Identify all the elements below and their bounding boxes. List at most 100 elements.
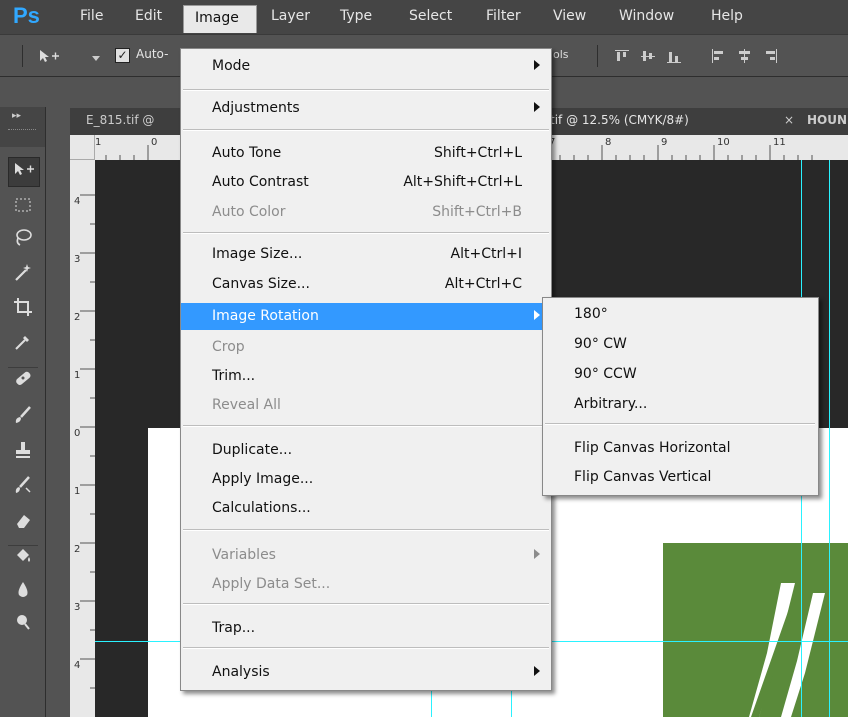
panel-grip: [8, 129, 36, 132]
menu-item-variables: Variables: [181, 542, 551, 568]
eraser-tool-icon[interactable]: [8, 510, 38, 538]
rotate-90-cw-item[interactable]: 90° CW: [543, 330, 818, 358]
menu-view[interactable]: View: [553, 8, 586, 24]
menu-bar: Ps File Edit Image Layer Type Select Fil…: [0, 0, 848, 34]
menu-item-label: Calculations...: [212, 500, 311, 516]
rotate-90-ccw-item[interactable]: 90° CCW: [543, 360, 818, 388]
menu-item-label: Arbitrary...: [574, 396, 648, 412]
menu-image-label: Image: [195, 10, 239, 26]
menu-edit[interactable]: Edit: [135, 8, 162, 24]
menu-item-image-rotation[interactable]: Image Rotation: [181, 303, 551, 330]
menu-item-label: Flip Canvas Vertical: [574, 469, 712, 485]
photoshop-logo[interactable]: Ps: [13, 3, 40, 29]
document-tab-hound[interactable]: HOUND: [807, 113, 848, 127]
magic-wand-tool-icon[interactable]: [8, 262, 38, 290]
document-tab-active[interactable]: tif @ 12.5% (CMYK/8#): [550, 113, 689, 127]
menu-item-label: Analysis: [212, 664, 270, 680]
ruler-label: 4: [74, 660, 81, 671]
menu-layer[interactable]: Layer: [271, 8, 310, 24]
menu-help[interactable]: Help: [711, 8, 743, 24]
paint-bucket-tool-icon[interactable]: [8, 545, 38, 574]
clone-stamp-tool-icon[interactable]: [8, 440, 38, 468]
eyedropper-tool-icon[interactable]: [8, 332, 38, 360]
menu-item-trim[interactable]: Trim...: [181, 363, 551, 389]
ruler-label: 9: [661, 137, 668, 148]
menu-item-trap[interactable]: Trap...: [181, 615, 551, 641]
vertical-ruler[interactable]: 4 3 2 1 0 1 2 3 4: [70, 160, 96, 717]
move-icon[interactable]: [38, 48, 60, 64]
menu-select[interactable]: Select: [409, 8, 452, 24]
menu-separator: [183, 529, 549, 531]
flip-canvas-vertical-item[interactable]: Flip Canvas Vertical: [543, 463, 818, 491]
menu-item-image-size[interactable]: Image Size... Alt+Ctrl+I: [181, 241, 551, 267]
menu-item-auto-tone[interactable]: Auto Tone Shift+Ctrl+L: [181, 140, 551, 166]
options-bar-grip: [22, 45, 23, 67]
brush-tool-icon[interactable]: [8, 405, 38, 433]
history-brush-tool-icon[interactable]: [8, 475, 38, 503]
ruler-label: 3: [74, 254, 81, 265]
align-left-icon[interactable]: [710, 48, 726, 64]
menu-item-label: Auto Contrast: [212, 174, 309, 190]
menu-item-label: Auto Color: [212, 204, 286, 220]
menu-type[interactable]: Type: [340, 8, 372, 24]
rotate-arbitrary-item[interactable]: Arbitrary...: [543, 390, 818, 418]
menu-separator: [183, 232, 549, 234]
auto-select-label: Auto-: [136, 47, 169, 61]
menu-file[interactable]: File: [80, 8, 103, 24]
crop-tool-icon[interactable]: [8, 297, 38, 325]
ruler-label: 11: [773, 137, 786, 148]
lasso-tool-icon[interactable]: [8, 227, 38, 255]
move-tool-icon[interactable]: [8, 157, 40, 187]
ruler-label: 1: [74, 370, 81, 381]
menu-item-canvas-size[interactable]: Canvas Size... Alt+Ctrl+C: [181, 271, 551, 297]
align-top-icon[interactable]: [614, 48, 630, 64]
menu-item-label: Flip Canvas Horizontal: [574, 440, 731, 456]
menu-item-label: Canvas Size...: [212, 276, 310, 292]
menu-item-duplicate[interactable]: Duplicate...: [181, 437, 551, 463]
align-hcenter-icon[interactable]: [736, 48, 752, 64]
menu-item-calculations[interactable]: Calculations...: [181, 495, 551, 521]
marquee-tool-icon[interactable]: [8, 194, 38, 222]
align-right-icon[interactable]: [762, 48, 778, 64]
menu-item-analysis[interactable]: Analysis: [181, 659, 551, 685]
menu-item-label: Trim...: [212, 368, 256, 384]
ruler-label: 10: [717, 137, 730, 148]
menu-window[interactable]: Window: [619, 8, 674, 24]
menu-item-mode[interactable]: Mode: [181, 53, 551, 79]
flip-canvas-horizontal-item[interactable]: Flip Canvas Horizontal: [543, 434, 818, 462]
ruler-origin[interactable]: [70, 135, 95, 160]
submenu-arrow-icon: [534, 549, 540, 559]
healing-brush-tool-icon[interactable]: [8, 367, 38, 396]
menu-item-label: 90° CCW: [574, 366, 637, 382]
menu-filter[interactable]: Filter: [486, 8, 521, 24]
menu-item-label: Reveal All: [212, 397, 281, 413]
dropdown-arrow-icon[interactable]: [92, 51, 100, 67]
menu-item-label: Mode: [212, 58, 251, 74]
dodge-tool-icon[interactable]: [8, 612, 38, 640]
menu-item-label: Image Rotation: [212, 308, 319, 324]
align-vcenter-icon[interactable]: [640, 48, 656, 64]
menu-item-label: Auto Tone: [212, 145, 282, 161]
ruler-label: 2: [74, 544, 81, 555]
menu-item-label: Trap...: [212, 620, 256, 636]
collapse-panel-icon[interactable]: ▸▸: [12, 111, 21, 121]
menu-item-label: Variables: [212, 547, 276, 563]
menu-item-label: Duplicate...: [212, 442, 293, 458]
close-tab-icon[interactable]: ×: [784, 113, 794, 127]
guide-vertical[interactable]: [829, 160, 830, 717]
image-menu-dropdown: Mode Adjustments Auto Tone Shift+Ctrl+L …: [180, 48, 552, 691]
menu-item-reveal-all: Reveal All: [181, 392, 551, 418]
menu-image-open[interactable]: Image: [183, 5, 257, 33]
document-tab-e815[interactable]: E_815.tif @: [86, 113, 154, 127]
rotate-180-item[interactable]: 180°: [543, 300, 818, 328]
options-separator: [597, 45, 598, 67]
menu-item-apply-image[interactable]: Apply Image...: [181, 466, 551, 492]
blur-tool-icon[interactable]: [8, 580, 38, 608]
align-bottom-icon[interactable]: [666, 48, 682, 64]
auto-select-checkbox[interactable]: ✓: [115, 48, 130, 63]
submenu-arrow-icon: [534, 310, 540, 320]
menu-item-auto-contrast[interactable]: Auto Contrast Alt+Shift+Ctrl+L: [181, 169, 551, 195]
menu-item-adjustments[interactable]: Adjustments: [181, 95, 551, 121]
artwork-logo: [663, 543, 848, 717]
ruler-label: 0: [151, 137, 158, 148]
